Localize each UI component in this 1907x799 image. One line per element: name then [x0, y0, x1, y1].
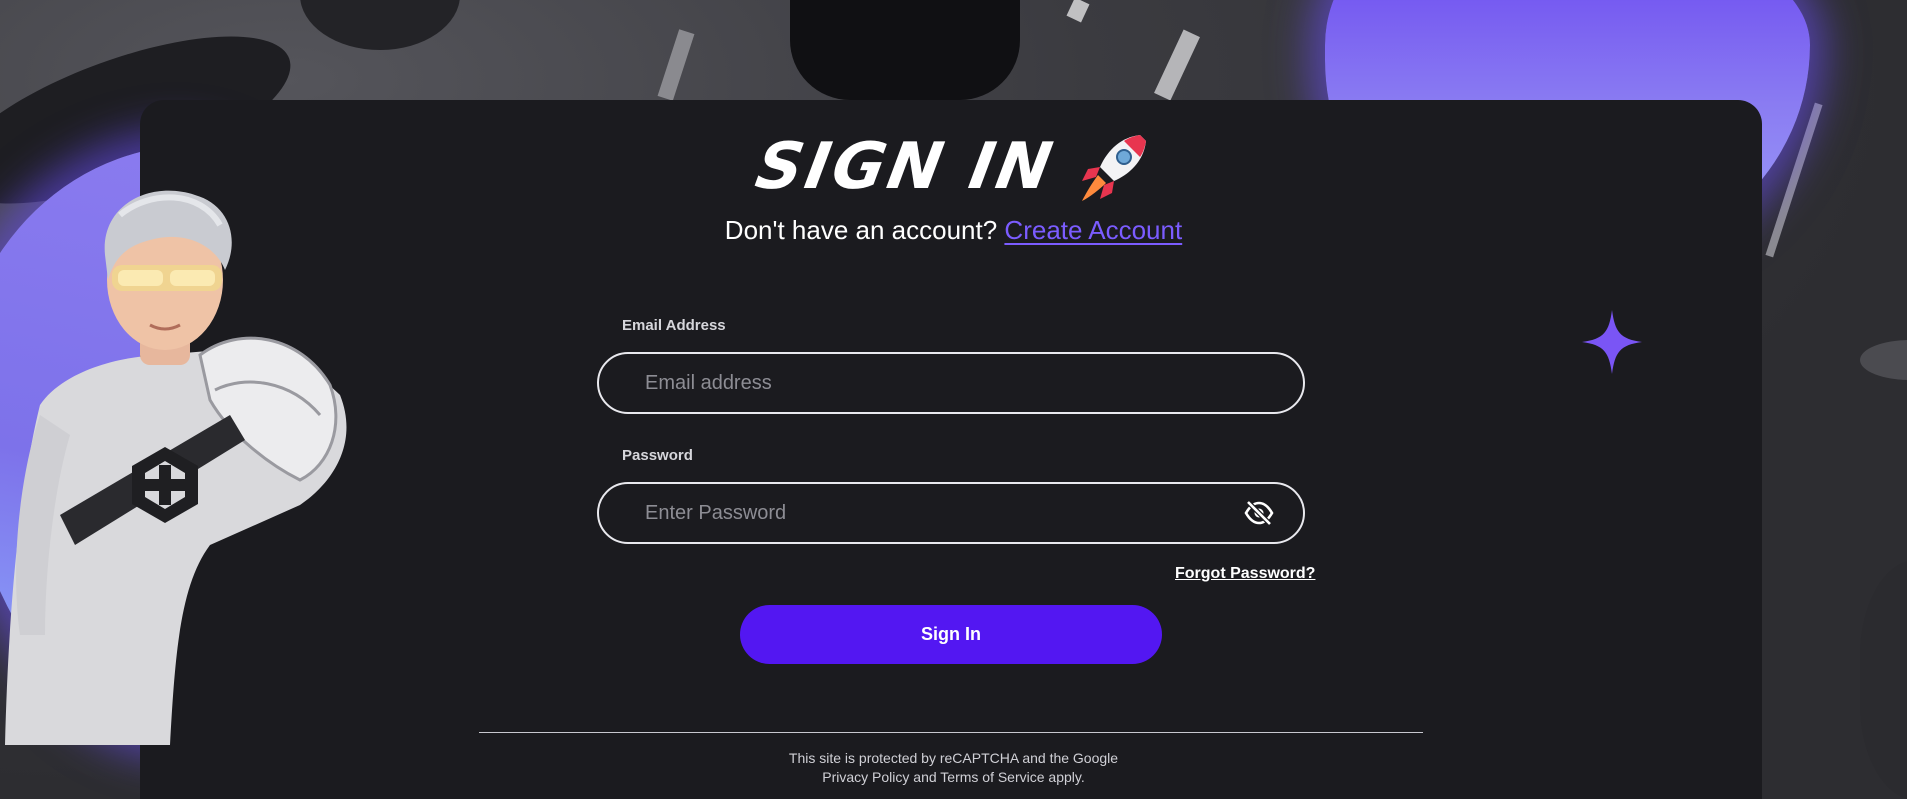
sign-in-card: [140, 100, 1762, 799]
legal-links: Privacy Policy and Terms of Service appl…: [0, 769, 1907, 785]
forgot-password-link[interactable]: Forgot Password?: [1175, 565, 1315, 583]
title-row: SIGN IN: [0, 130, 1907, 204]
email-field-container: [597, 352, 1305, 414]
page-title: SIGN IN: [750, 130, 1061, 204]
avatar-character-illustration: [5, 190, 347, 745]
password-field-container: [597, 482, 1305, 544]
legal-and-text: and: [913, 769, 937, 785]
email-label: Email Address: [622, 317, 726, 334]
terms-of-service-link[interactable]: Terms of Service: [940, 769, 1044, 785]
password-label: Password: [622, 447, 693, 464]
sparkle-icon: [1582, 310, 1642, 374]
password-input[interactable]: [645, 501, 1257, 525]
privacy-policy-link[interactable]: Privacy Policy: [822, 769, 909, 785]
no-account-text: Don't have an account?: [724, 215, 998, 245]
subtitle: Don't have an account? Create Account: [0, 215, 1907, 246]
sign-in-button[interactable]: Sign In: [740, 605, 1162, 664]
rocket-icon: [1081, 135, 1146, 201]
email-input[interactable]: [645, 371, 1257, 395]
create-account-link[interactable]: Create Account: [1004, 215, 1182, 245]
recaptcha-notice: This site is protected by reCAPTCHA and …: [788, 750, 1119, 766]
eye-slash-icon[interactable]: [1243, 498, 1275, 528]
divider: [479, 732, 1423, 733]
legal-apply-text: apply.: [1048, 769, 1085, 785]
